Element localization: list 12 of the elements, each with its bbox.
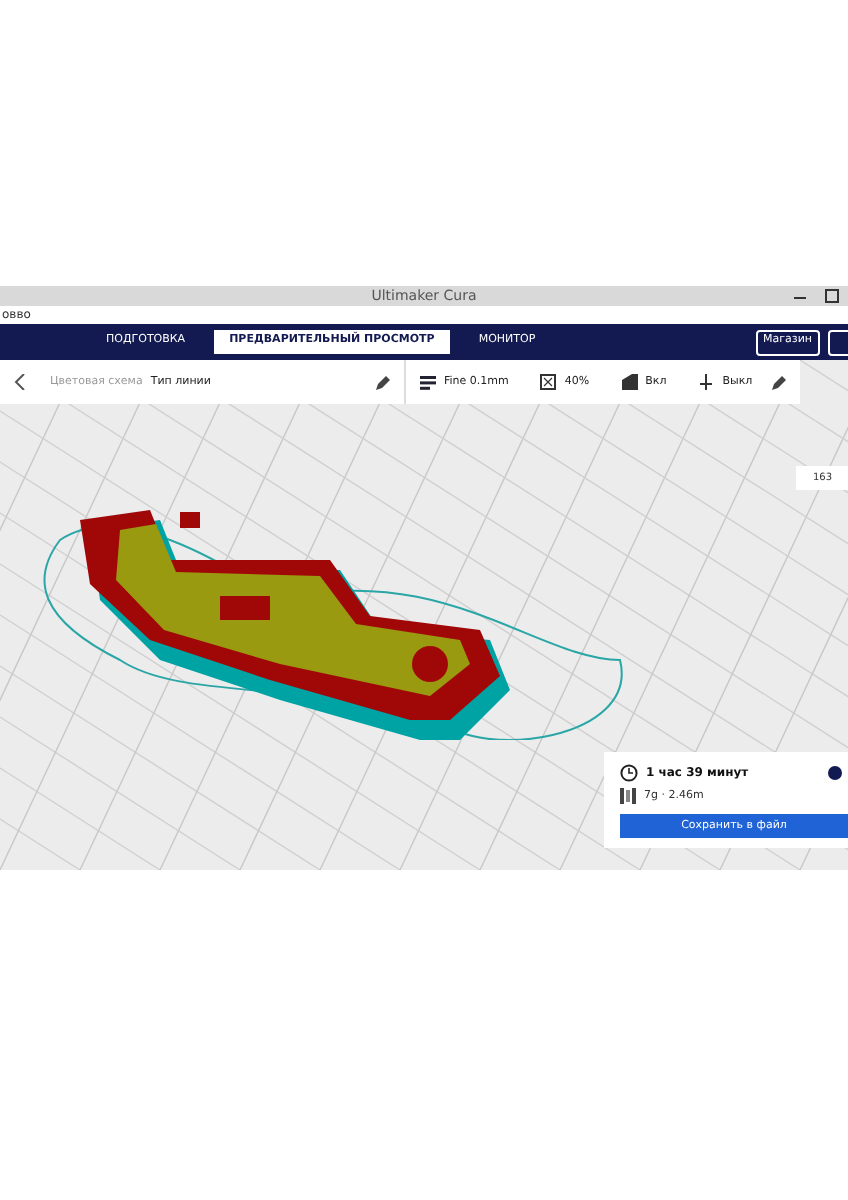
pencil-icon[interactable] xyxy=(376,375,390,389)
spool-icon xyxy=(620,788,636,804)
maximize-icon[interactable] xyxy=(824,288,840,304)
support-icon xyxy=(621,374,638,390)
clock-icon xyxy=(620,764,638,782)
adhesion-icon xyxy=(698,374,715,390)
pencil-icon[interactable] xyxy=(772,375,786,389)
account-button[interactable] xyxy=(828,329,848,355)
infill-icon xyxy=(540,374,557,390)
info-icon[interactable] xyxy=(828,766,842,780)
layers-icon xyxy=(420,375,436,389)
back-chevron-icon[interactable] xyxy=(14,374,26,390)
